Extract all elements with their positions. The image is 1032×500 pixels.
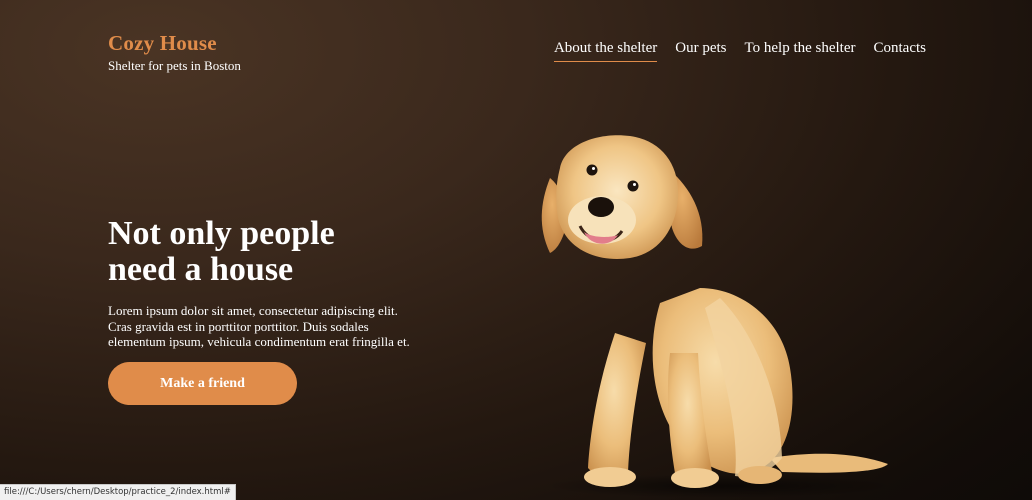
- browser-status-bar: file:///C:/Users/chern/Desktop/practice_…: [0, 484, 236, 500]
- hero-description: Lorem ipsum dolor sit amet, consectetur …: [108, 303, 410, 349]
- hero-headline: Not only people need a house: [108, 216, 408, 288]
- logo-subtitle: Shelter for pets in Boston: [108, 58, 241, 73]
- main-nav: About the shelter Our pets To help the s…: [553, 40, 927, 62]
- hero-headline-line2: need a house: [108, 251, 294, 288]
- nav-item-about[interactable]: About the shelter: [553, 40, 658, 62]
- logo[interactable]: Cozy House Shelter for pets in Boston: [108, 31, 241, 74]
- logo-title[interactable]: Cozy House: [108, 31, 241, 55]
- nav-item-help[interactable]: To help the shelter: [745, 40, 856, 62]
- nav-item-our-pets[interactable]: Our pets: [675, 40, 726, 62]
- make-a-friend-button[interactable]: Make a friend: [108, 362, 297, 405]
- puppy-illustration: [541, 135, 895, 498]
- hero-headline-line1: Not only people: [108, 215, 335, 252]
- nav-item-contacts[interactable]: Contacts: [874, 40, 927, 62]
